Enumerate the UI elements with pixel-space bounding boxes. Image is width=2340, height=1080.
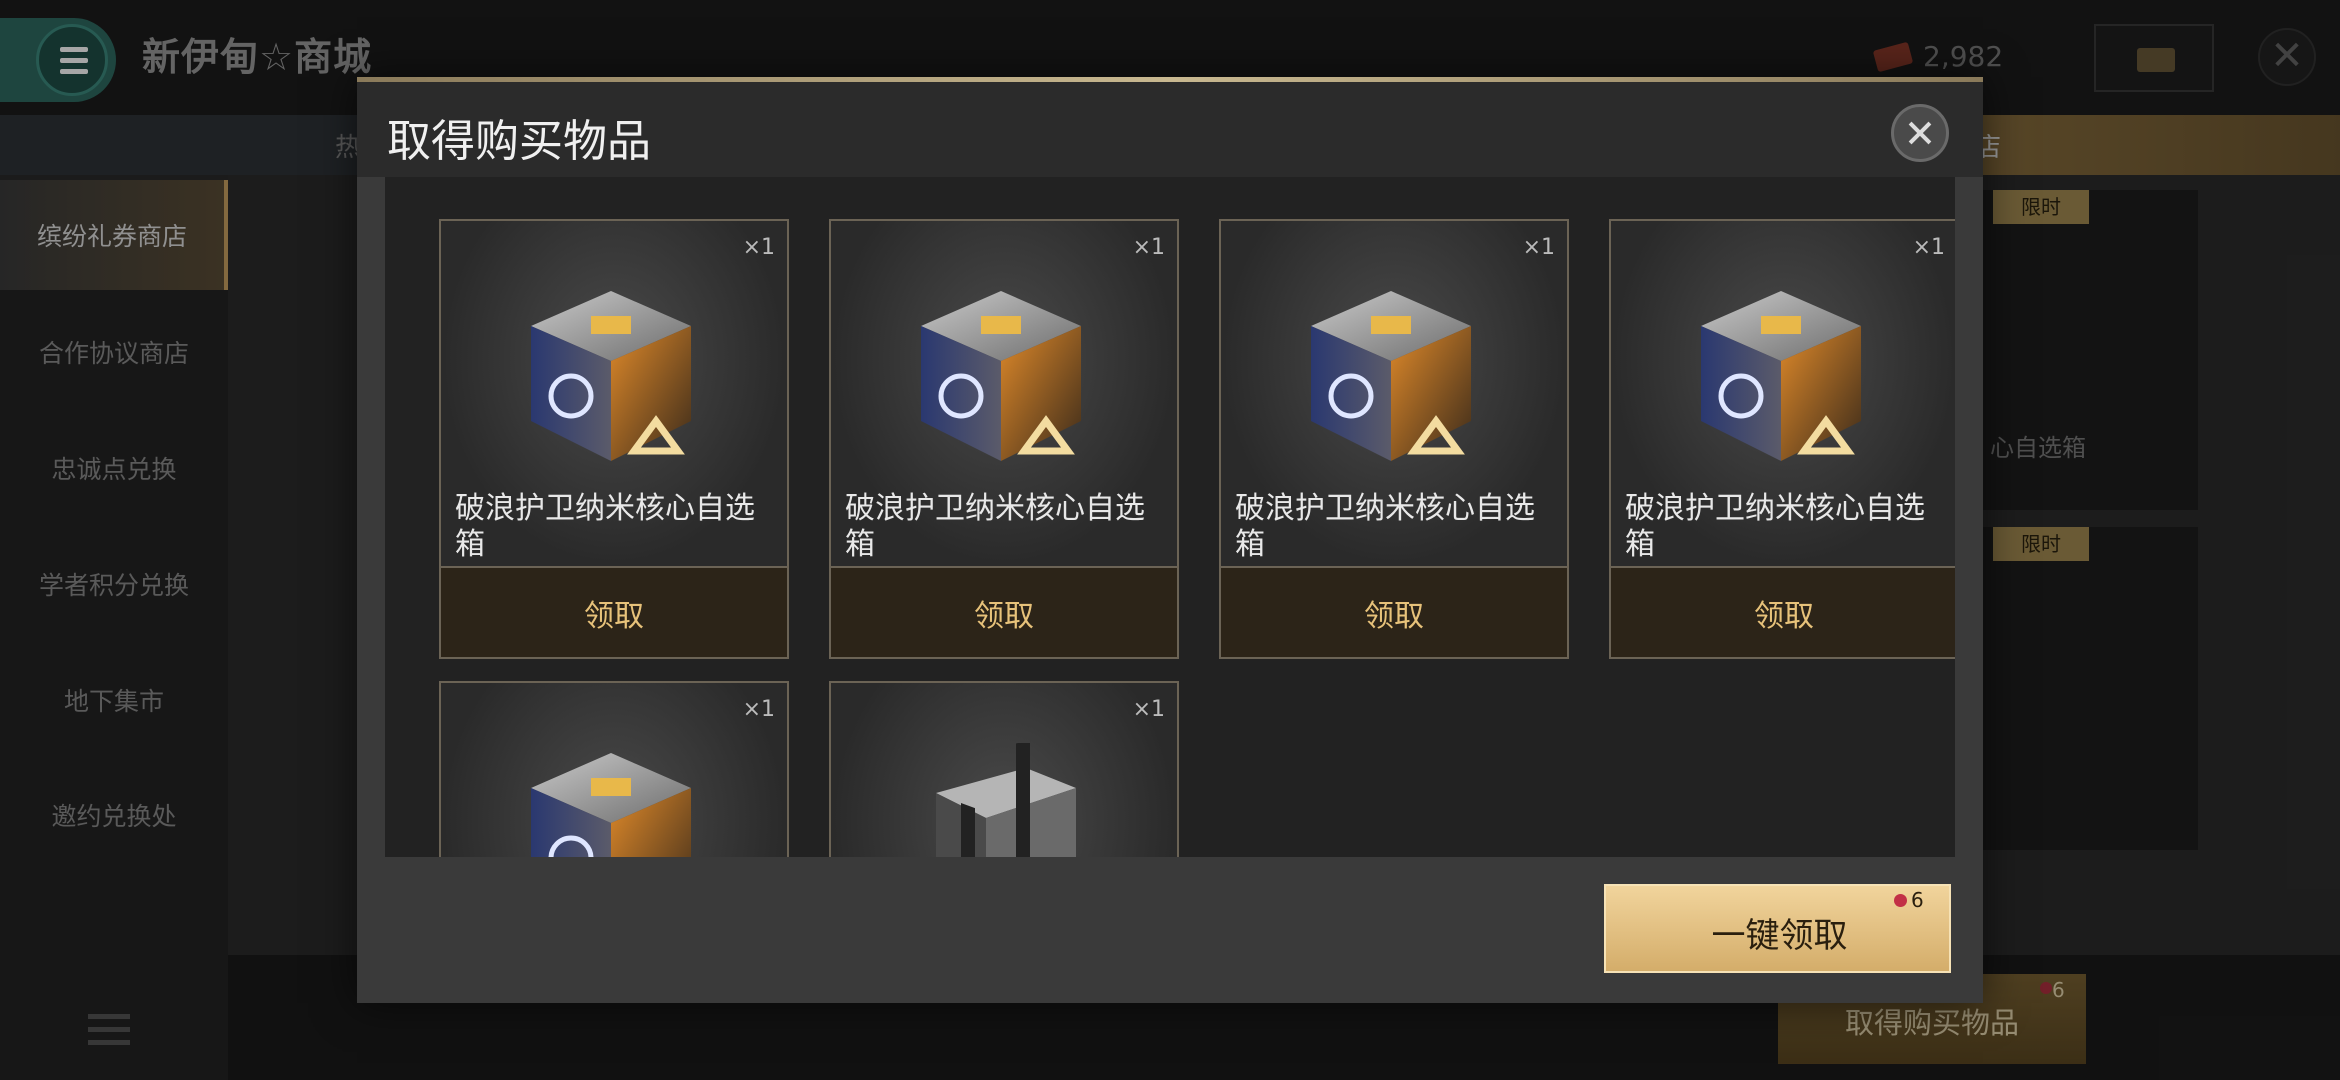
item-card: ×1	[439, 681, 789, 857]
dialog-close-button[interactable]	[1891, 104, 1949, 162]
nano-core-cube-icon	[1701, 291, 1861, 461]
obtain-items-dialog: 取得购买物品 ×1 破浪护卫纳米核心自选箱 领取 ×1 破浪护卫纳米核心自选箱 …	[357, 77, 1983, 1003]
nano-core-cube-icon	[531, 291, 691, 461]
item-name: 破浪护卫纳米核心自选箱	[1235, 491, 1535, 562]
item-image: ×1	[441, 683, 787, 857]
nano-core-cube-icon	[531, 753, 691, 857]
claim-button[interactable]: 领取	[1221, 566, 1567, 657]
item-quantity: ×1	[1132, 235, 1165, 260]
claim-button[interactable]: 领取	[1611, 566, 1955, 657]
notification-dot	[1894, 894, 1907, 907]
item-image: ×1 破浪护卫纳米核心自选箱	[831, 221, 1177, 566]
nano-core-cube-icon	[921, 291, 1081, 461]
item-card: ×1 破浪护卫纳米核心自选箱 领取	[829, 219, 1179, 659]
item-quantity: ×1	[742, 235, 775, 260]
item-quantity: ×1	[742, 697, 775, 722]
item-quantity: ×1	[1132, 697, 1165, 722]
claim-button[interactable]: 领取	[831, 566, 1177, 657]
item-image: ×1 破浪护卫纳米核心自选箱	[441, 221, 787, 566]
nano-core-cube-icon	[1311, 291, 1471, 461]
dialog-title: 取得购买物品	[387, 116, 651, 167]
claim-button[interactable]: 领取	[441, 566, 787, 657]
item-card: ×1 破浪护卫纳米核心自选箱 领取	[1609, 219, 1955, 659]
dialog-header: 取得购买物品	[357, 82, 1983, 177]
claim-all-label: 一键领取	[1711, 916, 1848, 956]
item-name: 破浪护卫纳米核心自选箱	[845, 491, 1145, 562]
item-image: ×1 破浪护卫纳米核心自选箱	[1611, 221, 1955, 566]
metal-crate-icon	[936, 743, 1076, 857]
item-name: 破浪护卫纳米核心自选箱	[1625, 491, 1925, 562]
item-image: ×1	[831, 683, 1177, 857]
item-name: 破浪护卫纳米核心自选箱	[455, 491, 755, 562]
claim-all-button[interactable]: 一键领取 6	[1604, 884, 1951, 973]
item-card: ×1 破浪护卫纳米核心自选箱 领取	[439, 219, 789, 659]
item-card: ×1 破浪护卫纳米核心自选箱 领取	[1219, 219, 1569, 659]
item-card: ×1	[829, 681, 1179, 857]
item-quantity: ×1	[1522, 235, 1555, 260]
item-image: ×1 破浪护卫纳米核心自选箱	[1221, 221, 1567, 566]
items-grid[interactable]: ×1 破浪护卫纳米核心自选箱 领取 ×1 破浪护卫纳米核心自选箱 领取 ×1 破…	[385, 177, 1955, 857]
item-quantity: ×1	[1912, 235, 1945, 260]
claim-all-count: 6	[1911, 888, 1924, 912]
